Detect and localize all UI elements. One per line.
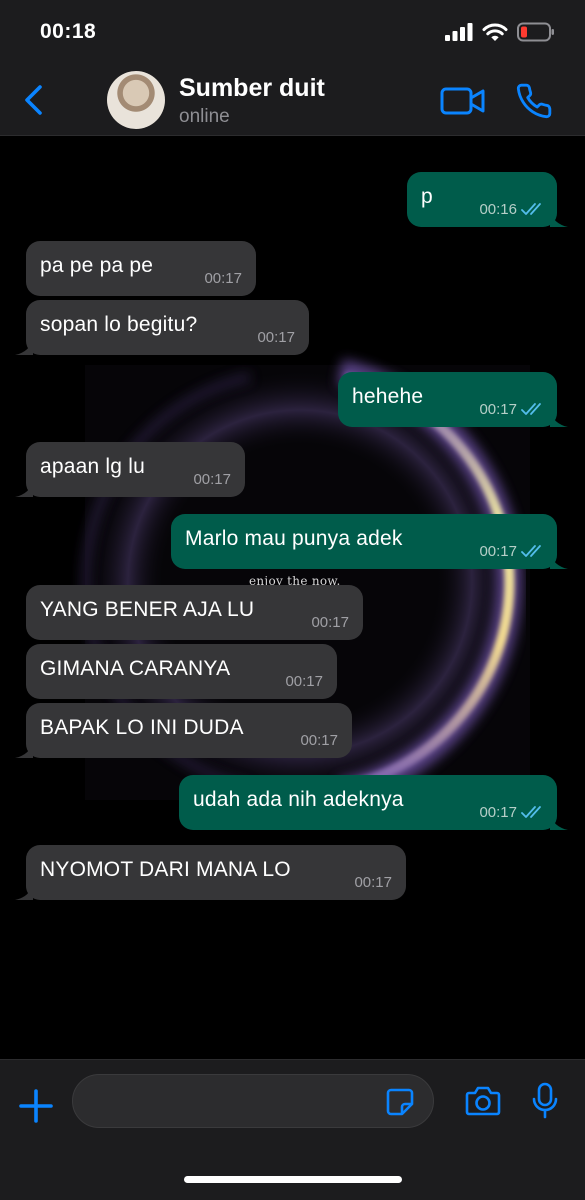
message-text: BAPAK LO INI DUDA	[40, 716, 244, 739]
read-receipt-icon	[521, 545, 541, 557]
incoming-message[interactable]: pa pe pa pe 00:17	[26, 241, 256, 296]
home-indicator[interactable]	[184, 1176, 402, 1183]
read-receipt-icon	[521, 203, 541, 215]
message-text: apaan lg lu	[40, 455, 145, 478]
outgoing-message[interactable]: hehehe 00:17	[338, 372, 568, 427]
voice-call-button[interactable]	[515, 82, 553, 120]
message-time: 00:17	[204, 270, 242, 287]
outgoing-message[interactable]: p 00:16	[407, 172, 568, 227]
incoming-message[interactable]: NYOMOT DARI MANA LO 00:17	[15, 845, 406, 900]
message-time: 00:17	[479, 401, 517, 418]
message-text: pa pe pa pe	[40, 254, 154, 277]
sticker-icon	[386, 1088, 414, 1116]
message-time: 00:16	[479, 201, 517, 218]
message-text: NYOMOT DARI MANA LO	[40, 858, 291, 881]
wifi-icon	[482, 23, 508, 41]
bubble-tail	[550, 211, 568, 227]
bubble-tail	[15, 742, 33, 758]
video-call-button[interactable]	[440, 86, 486, 116]
bubble-tail	[550, 814, 568, 830]
message-text: Marlo mau punya adek	[185, 527, 403, 550]
camera-button[interactable]	[465, 1084, 501, 1118]
input-bar	[0, 1059, 585, 1200]
status-icons	[445, 22, 555, 42]
chevron-left-icon	[25, 85, 42, 115]
message-time: 00:17	[193, 471, 231, 488]
bubble-tail	[550, 553, 568, 569]
bubble-tail	[550, 411, 568, 427]
read-receipt-icon	[521, 403, 541, 415]
bubble-tail	[15, 339, 33, 355]
outgoing-message[interactable]: udah ada nih adeknya 00:17	[179, 775, 568, 830]
message-input[interactable]	[72, 1074, 434, 1128]
status-bar: 00:18	[0, 0, 585, 66]
phone-icon	[516, 83, 552, 119]
chat-header: Sumber duit online	[0, 66, 585, 136]
incoming-message[interactable]: GIMANA CARANYA 00:17	[26, 644, 337, 699]
message-time: 00:17	[300, 732, 338, 749]
incoming-message[interactable]: BAPAK LO INI DUDA 00:17	[15, 703, 352, 758]
camera-icon	[465, 1086, 501, 1116]
status-time: 00:18	[40, 20, 97, 43]
voice-message-button[interactable]	[532, 1082, 558, 1120]
message-text: GIMANA CARANYA	[40, 657, 231, 680]
video-camera-icon	[440, 87, 485, 115]
outgoing-message[interactable]: Marlo mau punya adek 00:17	[171, 514, 568, 569]
message-text: sopan lo begitu?	[40, 313, 198, 336]
message-text: udah ada nih adeknya	[193, 788, 404, 811]
attach-button[interactable]	[17, 1087, 55, 1125]
message-time: 00:17	[257, 329, 295, 346]
message-text: hehehe	[352, 385, 424, 408]
bubble-tail	[15, 884, 33, 900]
sticker-button[interactable]	[385, 1087, 415, 1117]
message-time: 00:17	[285, 673, 323, 690]
plus-icon	[19, 1089, 53, 1123]
incoming-message[interactable]: sopan lo begitu? 00:17	[15, 300, 309, 355]
incoming-message[interactable]: apaan lg lu 00:17	[15, 442, 245, 497]
message-time: 00:17	[311, 614, 349, 631]
contact-avatar[interactable]	[107, 71, 165, 129]
contact-name[interactable]: Sumber duit	[179, 74, 325, 103]
microphone-icon	[532, 1082, 558, 1119]
signal-icon	[445, 23, 473, 41]
message-time: 00:17	[354, 874, 392, 891]
chat-area[interactable]: enjoy the now. p 00:16 pa pe pa pe 00:17 sop…	[0, 137, 585, 1059]
bubble-tail	[15, 481, 33, 497]
message-text: YANG BENER AJA LU	[40, 598, 255, 621]
read-receipt-icon	[521, 806, 541, 818]
message-text: p	[421, 185, 433, 208]
incoming-message[interactable]: YANG BENER AJA LU 00:17	[26, 585, 363, 640]
contact-status: online	[179, 106, 230, 127]
back-button[interactable]	[18, 82, 52, 118]
battery-low-icon	[517, 22, 554, 42]
message-time: 00:17	[479, 804, 517, 821]
message-time: 00:17	[479, 543, 517, 560]
